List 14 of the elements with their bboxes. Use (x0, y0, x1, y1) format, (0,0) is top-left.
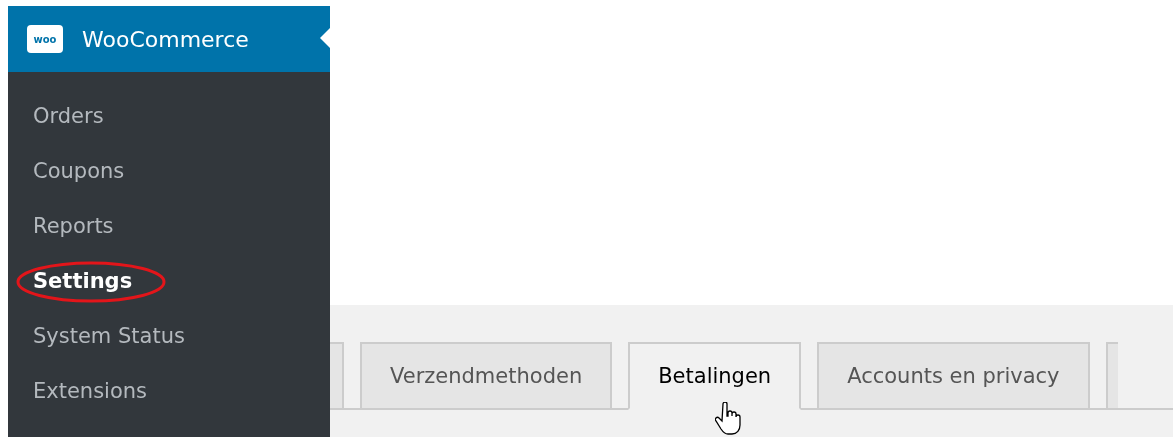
woo-logo: woo (27, 25, 63, 53)
menu-item[interactable]: Reports (8, 198, 330, 254)
menu-title: WooCommerce (82, 26, 249, 52)
tab[interactable] (330, 342, 344, 410)
tab[interactable]: Verzendmethoden (360, 342, 613, 410)
notch-icon (320, 28, 330, 48)
tab[interactable] (1105, 342, 1118, 410)
sidebar-header[interactable]: woo WooCommerce (8, 6, 330, 72)
menu-item[interactable]: Orders (8, 88, 330, 144)
menu-item[interactable]: Extensions (8, 363, 330, 419)
menu-item[interactable]: System Status (8, 308, 330, 364)
menu-item[interactable]: Settings (8, 253, 330, 309)
tab[interactable]: Accounts en privacy (817, 342, 1090, 410)
menu-item[interactable]: Coupons (8, 143, 330, 199)
